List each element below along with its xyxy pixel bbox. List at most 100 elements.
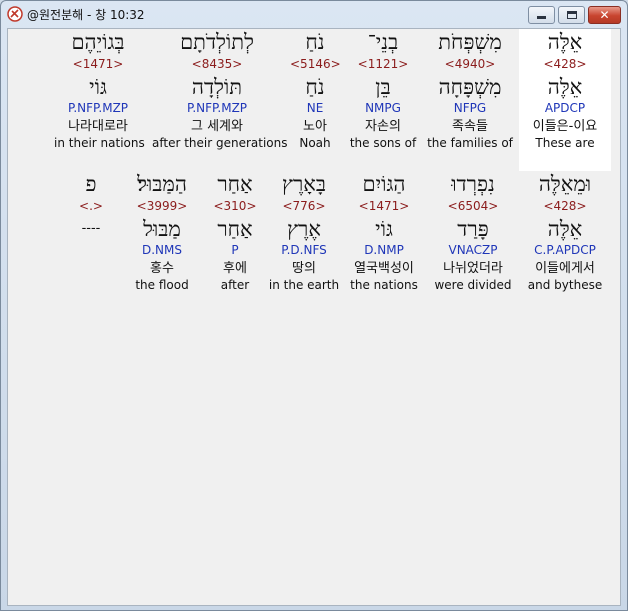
korean-gloss: 노아 bbox=[303, 119, 327, 134]
maximize-button[interactable] bbox=[558, 6, 585, 24]
hebrew-word: בְּגוֹיֵהֶם bbox=[71, 30, 125, 54]
hebrew-word: אֵלֶּה bbox=[547, 30, 583, 54]
lexical-form: אַחַר bbox=[217, 217, 253, 241]
lexical-form: ---- bbox=[81, 221, 101, 236]
word-cell[interactable]: נִפְרְדוּ <6504> פָּרַד VNACZP 나뉘었더라 wer… bbox=[429, 171, 517, 292]
interlinear-panel: אֵלֶּה <428> אֵלֶּה APDCP 이들은-이요 These a… bbox=[7, 28, 621, 606]
word-cell[interactable]: אֵלֶּה <428> אֵלֶּה APDCP 이들은-이요 These a… bbox=[519, 29, 611, 150]
word-cell[interactable]: בָּאָרֶץ <776> אֶרֶץ P.D.NFS 땅의 in the e… bbox=[267, 171, 341, 292]
strong-number: <4940> bbox=[444, 57, 496, 71]
minimize-button[interactable] bbox=[528, 6, 555, 24]
strong-number: <3999> bbox=[136, 199, 188, 213]
lexical-form: אֶרֶץ bbox=[287, 217, 321, 241]
word-cell[interactable]: פ <.> ---- bbox=[66, 171, 116, 278]
hebrew-word: מִשְׁפְּחֹת bbox=[438, 30, 502, 54]
korean-gloss: 그 세계와 bbox=[191, 119, 243, 134]
word-cell[interactable]: מִשְׁפְּחֹת <4940> מִשְׁפָּחָה NFPG 족속들 … bbox=[423, 29, 517, 150]
korean-gloss: 후에 bbox=[223, 261, 247, 276]
english-gloss: the families of bbox=[427, 136, 513, 150]
lexical-form: תּוֹלְדָה bbox=[191, 75, 243, 99]
word-cell[interactable]: בְנֵי־ <1121> בֵּן NMPG 자손의 the sons of bbox=[347, 29, 419, 150]
hebrew-word: פ bbox=[85, 172, 97, 196]
word-cell[interactable]: וּמֵאֵלֶּה <428> אֵלֶּה C.P.APDCP 이들에게서 … bbox=[521, 171, 609, 292]
hebrew-word: הַמַּבּוּל׃ bbox=[137, 172, 187, 196]
lexical-form: אֵלֶּה bbox=[547, 217, 583, 241]
strong-number: <6504> bbox=[447, 199, 499, 213]
parse-code: P.NFP.MZP bbox=[67, 101, 129, 115]
strong-number: <1471> bbox=[72, 57, 124, 71]
minimize-icon bbox=[537, 16, 546, 19]
lexical-form: בֵּן bbox=[375, 75, 391, 99]
english-gloss: in the earth bbox=[268, 278, 340, 292]
hebrew-word: לְתוֹלְדֹתָם bbox=[180, 30, 254, 54]
hebrew-word: הַגּוֹיִם bbox=[362, 172, 406, 196]
english-gloss: the sons of bbox=[349, 136, 417, 150]
parse-code: APDCP bbox=[544, 101, 586, 115]
word-cell[interactable]: בְּגוֹיֵהֶם <1471> גּוֹי P.NFP.MZP 나라대로라… bbox=[54, 29, 145, 150]
lexical-form: גּוֹי bbox=[89, 75, 107, 99]
korean-gloss: 나뉘었더라 bbox=[443, 261, 503, 276]
lexical-form: מִשְׁפָּחָה bbox=[438, 75, 502, 99]
close-icon: ✕ bbox=[599, 8, 610, 22]
korean-gloss: 자손의 bbox=[365, 119, 401, 134]
korean-gloss: 나라대로라 bbox=[68, 119, 128, 134]
word-cell[interactable]: נֹחַ <5146> נֹחַ NE 노아 Noah bbox=[290, 29, 341, 150]
app-window: @원전분해 - 창 10:32 ✕ אֵלֶּה <428> אֵלֶּה AP… bbox=[0, 0, 628, 611]
word-cell[interactable]: הַמַּבּוּל׃ <3999> מַבּוּל D.NMS 홍수 the … bbox=[122, 171, 202, 292]
strong-number: <776> bbox=[282, 199, 326, 213]
korean-gloss: 족속들 bbox=[452, 119, 488, 134]
parse-code: P.D.NFS bbox=[281, 243, 327, 257]
strong-number: <428> bbox=[543, 57, 587, 71]
parse-code: D.NMP bbox=[364, 243, 404, 257]
hebrew-word: בָּאָרֶץ bbox=[282, 172, 326, 196]
window-title: @원전분해 - 창 10:32 bbox=[27, 8, 145, 22]
strong-number: <1471> bbox=[358, 199, 410, 213]
korean-gloss: 이들은-이요 bbox=[532, 119, 598, 134]
maximize-icon bbox=[566, 11, 577, 19]
english-gloss: and bythese bbox=[527, 278, 603, 292]
parse-code: C.P.APDCP bbox=[534, 243, 596, 257]
parse-code: NMPG bbox=[365, 101, 401, 115]
english-gloss: after their generations bbox=[152, 136, 288, 150]
english-gloss: the flood bbox=[135, 278, 189, 292]
hebrew-word: נִפְרְדוּ bbox=[451, 172, 495, 196]
korean-gloss: 이들에게서 bbox=[535, 261, 595, 276]
hebrew-word: וּמֵאֵלֶּה bbox=[538, 172, 592, 196]
hebrew-word: נֹחַ bbox=[305, 30, 325, 54]
hebrew-word: אַחַר bbox=[217, 172, 253, 196]
english-gloss: These are bbox=[535, 136, 595, 150]
english-gloss: were divided bbox=[434, 278, 512, 292]
lexical-form: פָּרַד bbox=[457, 217, 489, 241]
app-logo-icon bbox=[7, 6, 23, 22]
hebrew-word: בְנֵי־ bbox=[367, 30, 399, 54]
parse-code: P bbox=[231, 243, 239, 257]
strong-number: <8435> bbox=[191, 57, 243, 71]
parse-code bbox=[66, 243, 116, 261]
korean-gloss: 홍수 bbox=[150, 261, 174, 276]
english-gloss: the nations bbox=[350, 278, 418, 292]
strong-number: <310> bbox=[213, 199, 257, 213]
english-gloss: in their nations bbox=[54, 136, 145, 150]
parse-code: NFPG bbox=[453, 101, 487, 115]
close-button[interactable]: ✕ bbox=[588, 6, 621, 24]
english-gloss: after bbox=[220, 278, 250, 292]
korean-gloss bbox=[66, 261, 116, 278]
korean-gloss: 열국백성이 bbox=[354, 261, 414, 276]
korean-gloss: 땅의 bbox=[292, 261, 316, 276]
strong-number: <5146> bbox=[290, 57, 341, 71]
strong-number: <.> bbox=[79, 199, 103, 213]
title-bar[interactable]: @원전분해 - 창 10:32 ✕ bbox=[1, 1, 627, 27]
strong-number: <1121> bbox=[357, 57, 409, 71]
word-cell[interactable]: הַגּוֹיִם <1471> גּוֹי D.NMP 열국백성이 the n… bbox=[343, 171, 425, 292]
lexical-form: גּוֹי bbox=[375, 217, 393, 241]
parse-code: NE bbox=[306, 101, 324, 115]
word-cell[interactable]: לְתוֹלְדֹתָם <8435> תּוֹלְדָה P.NFP.MZP … bbox=[152, 29, 288, 150]
parse-code: VNACZP bbox=[448, 243, 498, 257]
lexical-form: מַבּוּל bbox=[143, 217, 181, 241]
parse-code: D.NMS bbox=[141, 243, 182, 257]
lexical-form: נֹחַ bbox=[305, 75, 325, 99]
parse-code: P.NFP.MZP bbox=[186, 101, 248, 115]
english-gloss: Noah bbox=[299, 136, 331, 150]
strong-number: <428> bbox=[543, 199, 587, 213]
word-cell[interactable]: אַחַר <310> אַחַר P 후에 after bbox=[208, 171, 262, 292]
